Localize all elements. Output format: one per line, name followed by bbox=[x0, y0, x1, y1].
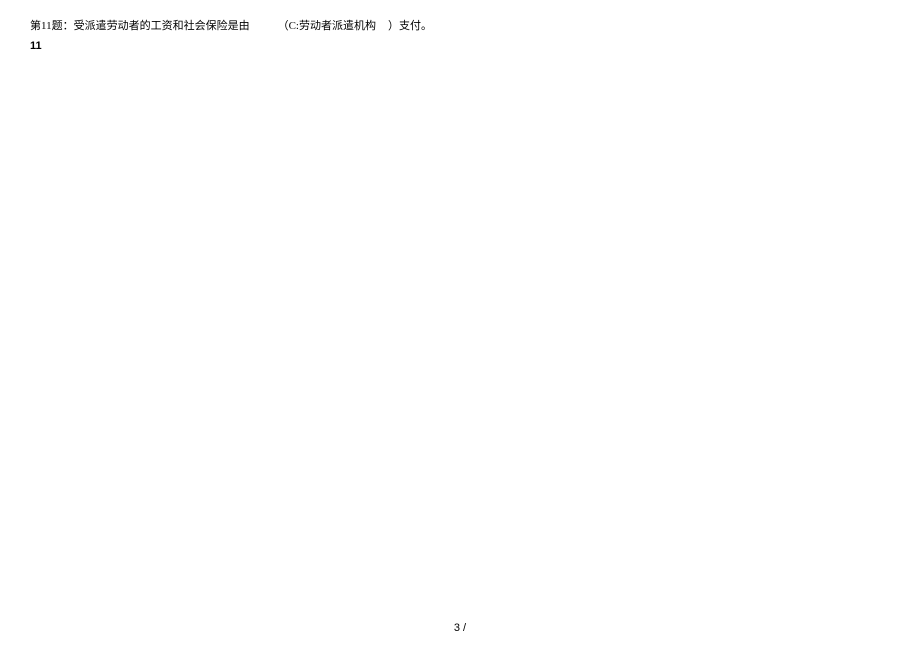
question-label: 第11题： bbox=[30, 20, 74, 32]
page-number: 3 / bbox=[454, 622, 466, 634]
question-suffix: 支付。 bbox=[399, 20, 432, 32]
line-number: 11 bbox=[30, 40, 890, 52]
question-line: 第11题：受派遣劳动者的工资和社会保险是由 （C:劳动者派遣机构 ）支付。 bbox=[30, 18, 890, 36]
question-text: 受派遣劳动者的工资和社会保险是由 bbox=[74, 20, 250, 32]
answer-close: ） bbox=[388, 20, 399, 32]
answer-open: （C:劳动者派遣机构 bbox=[278, 20, 376, 32]
document-content: 第11题：受派遣劳动者的工资和社会保险是由 （C:劳动者派遣机构 ）支付。 11 bbox=[0, 0, 920, 70]
